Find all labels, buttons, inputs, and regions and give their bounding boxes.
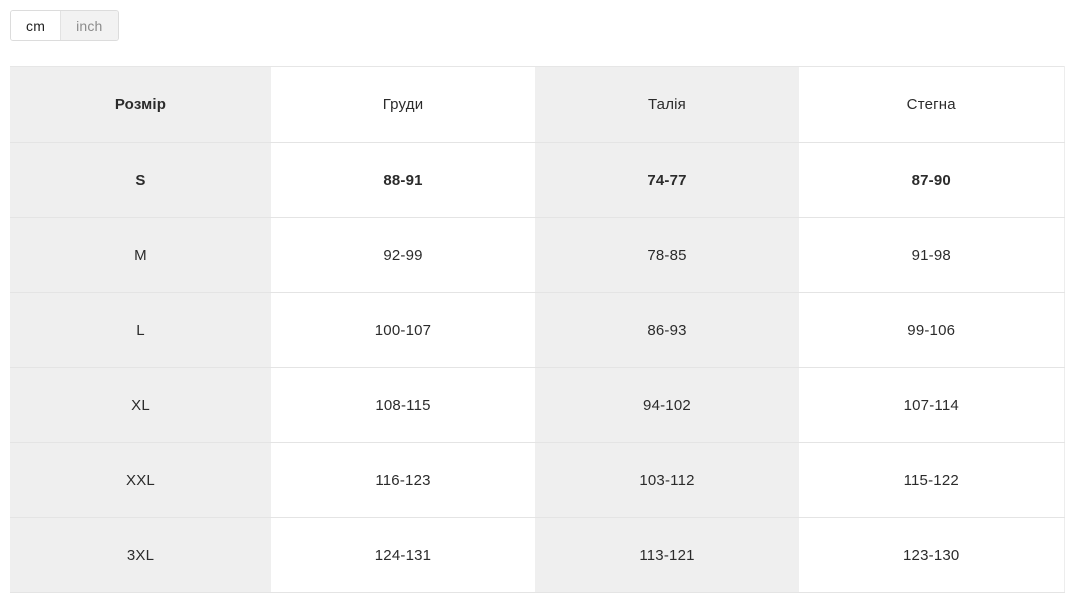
unit-toggle-cm[interactable]: cm [11,11,61,40]
size-label-cell: XL [10,367,271,443]
measurement-cell: 108-115 [271,367,535,443]
table-row: XXL 116-123 103-112 115-122 [10,442,1064,518]
table-row: S 88-91 74-77 87-90 [10,142,1064,218]
measurement-cell: 103-112 [535,442,799,518]
size-table: Розмір Груди Талія Стегна S 88-91 74-77 87-90 M… [10,66,1065,593]
measurement-cell: 94-102 [535,367,799,443]
measurement-cell: 86-93 [535,292,799,368]
measurement-cell: 74-77 [535,142,799,218]
measurement-cell: 113-121 [535,517,799,593]
measurement-cell: 91-98 [799,217,1064,293]
column-header-2: Груди [271,66,535,143]
unit-toggle-inch[interactable]: inch [60,11,118,40]
column-header-3: Талія [535,66,799,143]
measurement-cell: 87-90 [799,142,1064,218]
measurement-cell: 123-130 [799,517,1064,593]
size-label-cell: L [10,292,271,368]
measurement-cell: 115-122 [799,442,1064,518]
measurement-cell: 78-85 [535,217,799,293]
size-label-cell: XXL [10,442,271,518]
measurement-cell: 100-107 [271,292,535,368]
column-header-4: Стегна [799,66,1064,143]
size-table-body: S 88-91 74-77 87-90 M 92-99 78-85 91-98 L 100-107… [10,142,1064,593]
table-row: L 100-107 86-93 99-106 [10,292,1064,368]
size-label-cell: 3XL [10,517,271,593]
table-row: M 92-99 78-85 91-98 [10,217,1064,293]
measurement-cell: 116-123 [271,442,535,518]
measurement-cell: 92-99 [271,217,535,293]
size-table-head: Розмір Груди Талія Стегна [10,66,1064,143]
column-header-1: Розмір [10,66,271,143]
measurement-cell: 88-91 [271,142,535,218]
size-label-cell: S [10,142,271,218]
size-table-container: Розмір Груди Талія Стегна S 88-91 74-77 87-90 M… [10,66,1065,593]
unit-toggle-group[interactable]: cm inch [10,10,119,41]
size-chart-page: cm inch Розмір Груди Талія Стегна S 88-91 74-7… [0,0,1074,599]
size-label-cell: M [10,217,271,293]
measurement-cell: 124-131 [271,517,535,593]
table-header-row: Розмір Груди Талія Стегна [10,66,1064,143]
measurement-cell: 107-114 [799,367,1064,443]
table-row: XL 108-115 94-102 107-114 [10,367,1064,443]
measurement-cell: 99-106 [799,292,1064,368]
table-row: 3XL 124-131 113-121 123-130 [10,517,1064,593]
